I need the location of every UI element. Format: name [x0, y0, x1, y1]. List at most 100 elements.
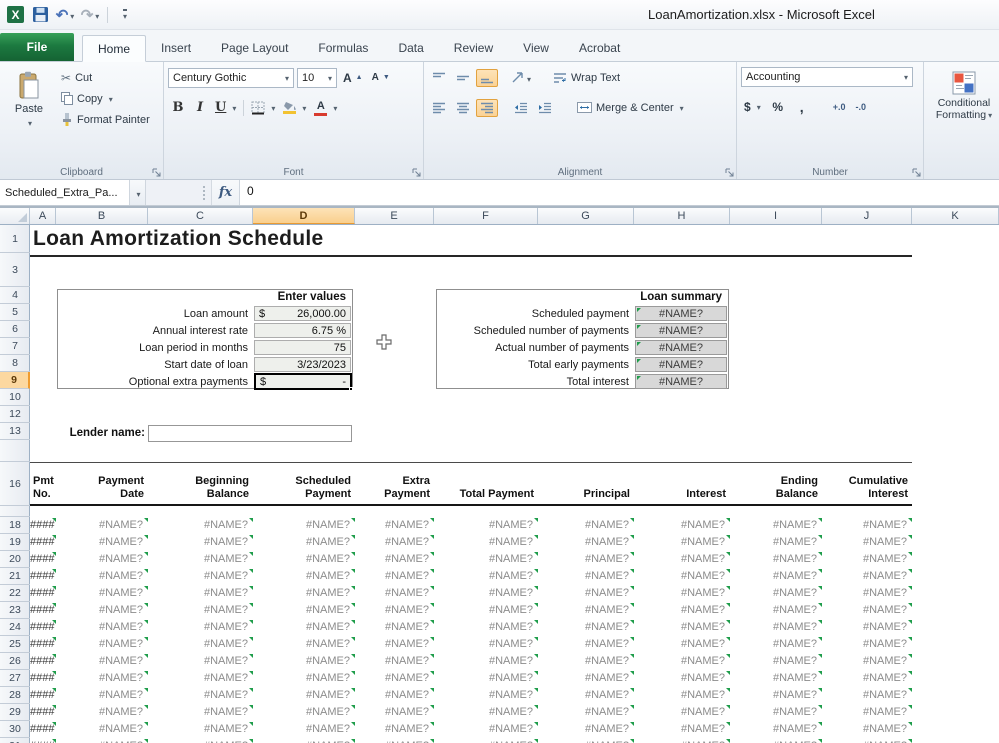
table-cell[interactable]: #NAME? — [56, 602, 148, 619]
table-cell[interactable]: #NAME? — [822, 551, 912, 568]
column-header-A[interactable]: A — [30, 208, 56, 224]
decrease-decimal-button[interactable]: -.0 — [852, 98, 869, 116]
table-cell[interactable]: #NAME? — [148, 585, 253, 602]
table-cell[interactable]: #NAME? — [253, 636, 355, 653]
align-left-button[interactable] — [428, 99, 450, 117]
table-cell[interactable]: #NAME? — [355, 687, 434, 704]
column-header-D[interactable]: D — [253, 208, 355, 224]
tab-insert[interactable]: Insert — [146, 35, 206, 61]
table-cell[interactable]: #NAME? — [148, 704, 253, 721]
row-header-7[interactable]: 7 — [0, 338, 30, 355]
actual-number-cell[interactable]: #NAME? — [635, 340, 727, 355]
align-top-button[interactable] — [428, 69, 450, 87]
table-cell[interactable]: #NAME? — [730, 687, 822, 704]
table-cell[interactable]: #NAME? — [822, 619, 912, 636]
row-header-27[interactable]: 27 — [0, 670, 30, 687]
fill-handle[interactable] — [349, 387, 353, 391]
table-cell[interactable]: #NAME? — [822, 517, 912, 534]
table-cell[interactable]: #NAME? — [634, 619, 730, 636]
table-cell[interactable]: #NAME? — [822, 568, 912, 585]
table-cell[interactable]: #NAME? — [56, 738, 148, 743]
table-cell[interactable]: #NAME? — [253, 738, 355, 743]
table-cell[interactable]: #NAME? — [355, 534, 434, 551]
lender-name-label[interactable]: Lender name: — [47, 427, 145, 439]
table-cell[interactable]: #NAME? — [434, 517, 538, 534]
font-color-button[interactable]: A — [311, 97, 340, 118]
table-cell[interactable]: #NAME? — [56, 687, 148, 704]
table-cell[interactable]: #NAME? — [538, 653, 634, 670]
table-cell[interactable]: #NAME? — [253, 602, 355, 619]
clipboard-dialog-launcher-icon[interactable] — [152, 168, 161, 177]
table-cell[interactable]: #NAME? — [634, 687, 730, 704]
row-header-5[interactable]: 5 — [0, 304, 30, 321]
copy-button[interactable]: Copy — [58, 88, 153, 109]
column-header-H[interactable]: H — [634, 208, 730, 224]
borders-button[interactable] — [248, 97, 278, 118]
table-cell[interactable]: #NAME? — [253, 619, 355, 636]
table-cell[interactable]: #NAME? — [56, 551, 148, 568]
tab-file[interactable]: File — [0, 33, 74, 61]
table-cell[interactable]: #NAME? — [56, 619, 148, 636]
tab-data[interactable]: Data — [383, 35, 438, 61]
decrease-indent-button[interactable] — [510, 99, 532, 117]
column-header-J[interactable]: J — [822, 208, 912, 224]
table-cell[interactable]: #NAME? — [634, 721, 730, 738]
table-cell[interactable]: #NAME? — [434, 534, 538, 551]
table-cell[interactable]: #NAME? — [253, 704, 355, 721]
table-cell[interactable]: #NAME? — [634, 568, 730, 585]
lender-name-input-cell[interactable] — [148, 425, 352, 442]
table-cell[interactable]: #NAME? — [355, 517, 434, 534]
alignment-dialog-launcher-icon[interactable] — [725, 168, 734, 177]
conditional-formatting-button[interactable]: Conditional Formatting — [928, 67, 999, 122]
start-date-cell[interactable]: 3/23/2023 — [254, 357, 351, 372]
table-cell[interactable]: #NAME? — [253, 534, 355, 551]
table-cell[interactable]: #NAME? — [538, 517, 634, 534]
table-cell[interactable]: #NAME? — [148, 517, 253, 534]
tab-review[interactable]: Review — [439, 35, 508, 61]
increase-decimal-button[interactable]: +.0 — [830, 98, 849, 116]
table-cell[interactable]: #NAME? — [148, 534, 253, 551]
table-cell[interactable]: #NAME? — [538, 619, 634, 636]
table-cell[interactable]: #NAME? — [538, 636, 634, 653]
align-middle-button[interactable] — [452, 69, 474, 87]
scheduled-number-label[interactable]: Scheduled number of payments — [437, 325, 635, 337]
table-cell[interactable]: #NAME? — [56, 670, 148, 687]
table-cell[interactable]: #NAME? — [538, 738, 634, 743]
row-header-24[interactable]: 24 — [0, 619, 30, 636]
loan-amount-label[interactable]: Loan amount — [58, 308, 254, 320]
column-header-C[interactable]: C — [148, 208, 253, 224]
table-cell[interactable]: #NAME? — [822, 704, 912, 721]
copy-dropdown-icon[interactable] — [107, 93, 113, 105]
table-cell[interactable]: #NAME? — [253, 568, 355, 585]
column-header-K[interactable]: K — [912, 208, 999, 224]
row-header-25[interactable]: 25 — [0, 636, 30, 653]
table-cell[interactable]: #NAME? — [434, 602, 538, 619]
paste-dropdown-icon[interactable] — [26, 117, 32, 129]
table-cell[interactable]: #NAME? — [355, 602, 434, 619]
table-cell[interactable]: #NAME? — [148, 738, 253, 743]
table-cell[interactable]: #NAME? — [148, 619, 253, 636]
row-header-10[interactable]: 10 — [0, 389, 30, 406]
row-header-22[interactable]: 22 — [0, 585, 30, 602]
table-cell[interactable]: #NAME? — [253, 653, 355, 670]
row-header-3[interactable]: 3 — [0, 253, 30, 287]
table-cell[interactable]: #NAME? — [634, 534, 730, 551]
customize-quick-access-button[interactable]: ▾ — [115, 4, 135, 26]
table-cell[interactable]: #NAME? — [148, 687, 253, 704]
increase-indent-button[interactable] — [534, 99, 556, 117]
table-cell[interactable]: #### — [30, 721, 56, 738]
table-cell[interactable]: #### — [30, 687, 56, 704]
table-cell[interactable]: #NAME? — [355, 619, 434, 636]
column-header-F[interactable]: F — [434, 208, 538, 224]
table-cell[interactable]: #NAME? — [56, 704, 148, 721]
table-cell[interactable]: #NAME? — [730, 636, 822, 653]
table-cell[interactable]: #### — [30, 653, 56, 670]
table-cell[interactable]: #NAME? — [148, 670, 253, 687]
table-cell[interactable]: #NAME? — [355, 738, 434, 743]
row-header-16[interactable]: 16 — [0, 462, 30, 506]
early-payments-label[interactable]: Total early payments — [437, 359, 635, 371]
fill-color-button[interactable] — [280, 97, 309, 118]
table-cell[interactable]: #NAME? — [434, 704, 538, 721]
table-cell[interactable]: #NAME? — [434, 619, 538, 636]
select-all-button[interactable] — [0, 208, 30, 224]
